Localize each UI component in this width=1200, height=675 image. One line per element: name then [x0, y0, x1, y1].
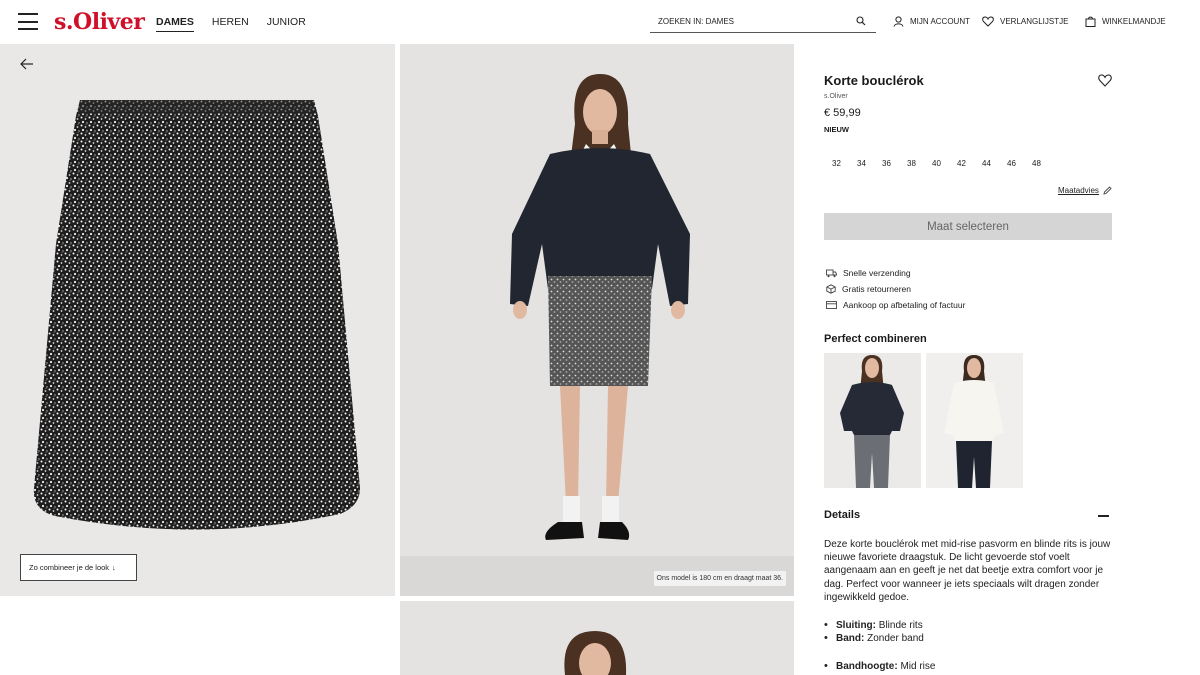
heart-icon: [982, 16, 994, 27]
size-option[interactable]: 36: [874, 157, 899, 170]
pencil-icon: [1103, 186, 1112, 195]
user-icon: [893, 16, 904, 27]
spec-item: Band: Zonder band: [824, 632, 924, 645]
spec-key: Bandhoogte:: [836, 661, 898, 672]
nav-heren[interactable]: HEREN: [212, 16, 249, 32]
usp-label: Gratis retourneren: [842, 284, 911, 294]
combine-item-blouse[interactable]: [926, 353, 1023, 488]
spec-item: Sluiting: Blinde rits: [824, 619, 924, 632]
account-label: MIJN ACCOUNT: [910, 17, 970, 26]
usp-shipping: Snelle verzending: [826, 268, 911, 278]
cart-label: WINKELMANDJE: [1102, 17, 1166, 26]
arrow-down-icon: ↓: [112, 563, 116, 572]
skirt-photo: [33, 100, 361, 530]
wishlist-link[interactable]: VERLANGLIJSTJE: [982, 16, 1068, 27]
back-arrow-icon[interactable]: [20, 58, 34, 70]
spec-value: Blinde rits: [878, 620, 923, 631]
size-option[interactable]: 42: [949, 157, 974, 170]
combine-look-button[interactable]: Zo combineer je de look ↓: [20, 554, 137, 581]
cart-link[interactable]: WINKELMANDJE: [1085, 16, 1166, 27]
usp-label: Aankoop op afbetaling of factuur: [843, 300, 966, 310]
size-option[interactable]: 48: [1024, 157, 1049, 170]
account-link[interactable]: MIJN ACCOUNT: [893, 16, 970, 27]
product-brand: s.Oliver: [824, 93, 848, 100]
usp-label: Snelle verzending: [843, 268, 911, 278]
wishlist-heart-icon[interactable]: [1098, 74, 1112, 87]
model-photo-2: [564, 631, 627, 675]
site-header: s.Oliver DAMES HEREN JUNIOR MIJN ACCOUNT…: [0, 0, 1200, 44]
usp-payment: Aankoop op afbetaling of factuur: [826, 300, 965, 310]
size-advice-link[interactable]: Maatadvies: [1058, 186, 1112, 195]
spec-key: Band:: [836, 633, 865, 644]
search-input[interactable]: [650, 10, 840, 32]
search-bar: [650, 10, 876, 33]
model-note: Ons model is 180 cm en draagt maat 36.: [653, 571, 786, 586]
size-option[interactable]: 46: [999, 157, 1024, 170]
size-option[interactable]: 34: [849, 157, 874, 170]
select-size-button[interactable]: Maat selecteren: [824, 213, 1112, 240]
collapse-icon[interactable]: [1098, 515, 1109, 517]
product-title: Korte bouclérok: [824, 73, 924, 88]
spec-list: Sluiting: Blinde rits Band: Zonder band: [824, 619, 924, 645]
spec-item: Bandhoogte: Mid rise: [824, 660, 935, 673]
product-image-3[interactable]: [400, 601, 794, 675]
spec-list-2: Bandhoogte: Mid rise: [824, 660, 935, 673]
wishlist-label: VERLANGLIJSTJE: [1000, 17, 1069, 26]
product-description: Deze korte bouclérok met mid-rise pasvor…: [824, 539, 1111, 603]
spec-value: Zonder band: [867, 633, 924, 644]
model-photo: [400, 44, 794, 596]
size-option[interactable]: 32: [824, 157, 849, 170]
combine-item-sweater[interactable]: [824, 353, 921, 488]
blouse-thumbnail: [926, 353, 1023, 488]
usp-returns: Gratis retourneren: [826, 284, 911, 294]
box-icon: [826, 284, 836, 294]
size-selector: 32 34 36 38 40 42 44 46 48: [824, 157, 1049, 170]
nav-junior[interactable]: JUNIOR: [267, 16, 306, 32]
product-price: € 59,99: [824, 107, 861, 119]
spec-key: Sluiting:: [836, 620, 876, 631]
spec-value: Mid rise: [900, 661, 936, 672]
combine-look-label: Zo combineer je de look: [29, 563, 110, 572]
search-icon[interactable]: [856, 16, 866, 26]
details-title: Details: [824, 509, 861, 521]
new-badge: NIEUW: [824, 125, 849, 134]
size-option[interactable]: 38: [899, 157, 924, 170]
size-advice-label: Maatadvies: [1058, 186, 1099, 195]
combine-title: Perfect combineren: [824, 333, 927, 345]
main-nav: DAMES HEREN JUNIOR: [156, 16, 306, 32]
size-option[interactable]: 44: [974, 157, 999, 170]
truck-icon: [826, 269, 837, 277]
product-image-model[interactable]: Ons model is 180 cm en draagt maat 36.: [400, 44, 794, 596]
nav-dames[interactable]: DAMES: [156, 16, 194, 32]
product-image-skirt[interactable]: Zo combineer je de look ↓: [0, 44, 395, 596]
sweater-thumbnail: [824, 353, 921, 488]
bag-icon: [1085, 16, 1096, 27]
brand-logo[interactable]: s.Oliver: [54, 9, 145, 35]
menu-icon[interactable]: [18, 13, 38, 30]
card-icon: [826, 301, 837, 309]
size-option[interactable]: 40: [924, 157, 949, 170]
